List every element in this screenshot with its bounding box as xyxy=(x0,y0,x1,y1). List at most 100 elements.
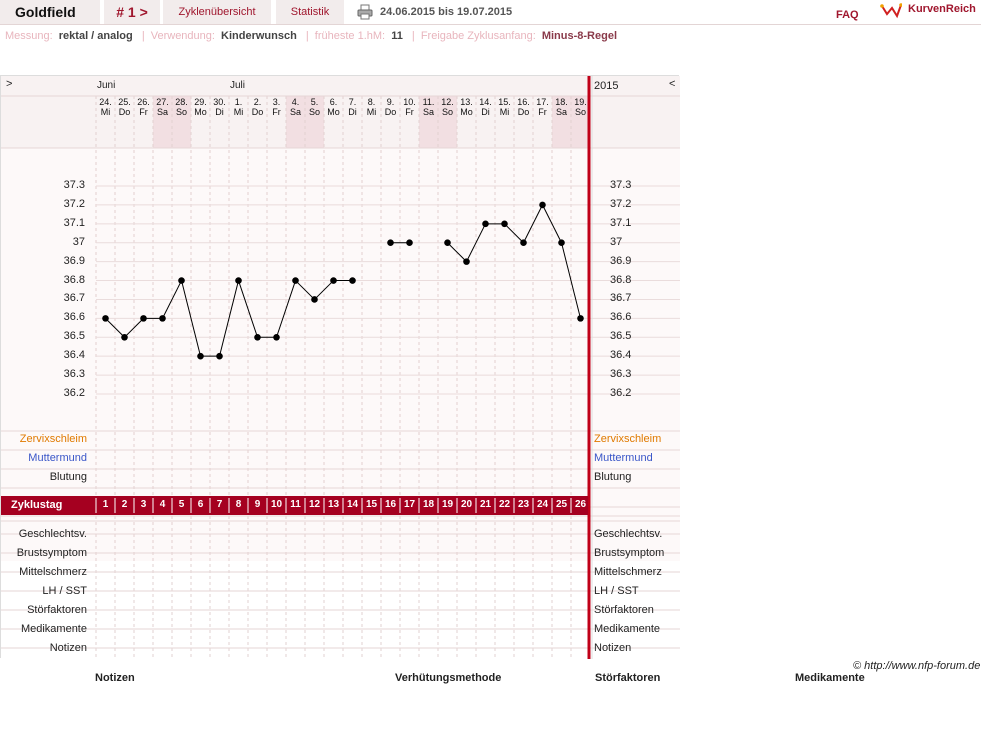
right-label-lower: Medikamente xyxy=(594,623,661,635)
day-date-label: 4. xyxy=(291,97,300,107)
day-date-label: 19. xyxy=(574,97,587,107)
chart-next-button[interactable]: < xyxy=(669,78,675,90)
day-date-label: 29. xyxy=(194,97,207,107)
cycle-day-number: 13 xyxy=(327,499,340,510)
day-date-label: 7. xyxy=(348,97,357,107)
day-weekday-label: So xyxy=(441,107,453,117)
temp-tick-right: 36.2 xyxy=(610,387,632,399)
day-weekday-label: Mi xyxy=(100,107,111,117)
temp-tick-right: 37.2 xyxy=(610,197,632,210)
day-weekday-label: Sa xyxy=(289,107,301,117)
day-weekday-label: Sa xyxy=(555,107,567,117)
day-weekday-label: Mo xyxy=(460,107,473,117)
month-label-juni: Juni xyxy=(97,80,116,91)
day-weekday-label: Mo xyxy=(327,107,340,117)
top-bar: Goldfield # 1 > Zyklenübersicht Statisti… xyxy=(0,0,981,24)
release-value: Minus-8-Regel xyxy=(541,30,618,42)
year-label: 2015 xyxy=(594,80,619,92)
day-weekday-label: Di xyxy=(215,107,224,117)
row-label-lower: Störfaktoren xyxy=(27,604,87,616)
day-weekday-label: So xyxy=(574,107,586,117)
day-weekday-label: Do xyxy=(517,107,530,117)
day-weekday-label: Sa xyxy=(156,107,168,117)
day-date-label: 6. xyxy=(329,97,338,107)
temp-tick-left: 36.8 xyxy=(63,273,85,286)
logo-text[interactable]: KurvenReich xyxy=(908,3,976,15)
kurvenreich-logo-icon xyxy=(880,3,902,19)
cycle-day-number: 20 xyxy=(460,499,473,510)
day-date-label: 25. xyxy=(118,97,131,107)
temp-tick-right: 37 xyxy=(610,235,623,248)
printer-icon[interactable] xyxy=(357,4,373,20)
tab-statistik[interactable]: Statistik xyxy=(276,0,344,24)
day-weekday-label: Sa xyxy=(422,107,434,117)
temp-tick-right: 37.3 xyxy=(610,179,632,191)
row-label-blutung: Blutung xyxy=(49,471,87,483)
day-date-label: 16. xyxy=(517,97,530,107)
day-weekday-label: Mi xyxy=(233,107,244,117)
cycle-day-number: 8 xyxy=(235,499,242,510)
cycle-day-number: 11 xyxy=(290,499,301,510)
day-weekday-label: So xyxy=(175,107,187,117)
measurement-label: Messung: xyxy=(5,30,53,42)
cycle-day-number: 18 xyxy=(422,499,435,510)
top-divider xyxy=(0,24,981,25)
day-weekday-label: Fr xyxy=(405,107,414,117)
zyklustag-label: Zyklustag xyxy=(11,499,63,511)
tab-zyklenuebersicht[interactable]: Zyklenübersicht xyxy=(163,0,271,24)
temp-tick-right: 36.5 xyxy=(610,330,632,343)
cycle-day-number: 17 xyxy=(403,499,416,510)
row-label-lower: Medikamente xyxy=(20,623,87,635)
right-label-blutung: Blutung xyxy=(594,471,632,483)
chart-prev-button[interactable]: > xyxy=(6,78,12,90)
day-date-label: 30. xyxy=(213,97,226,107)
day-date-label: 28. xyxy=(175,97,188,107)
right-label-lower: Brustsymptom xyxy=(594,547,665,559)
cycle-day-number: 16 xyxy=(384,499,397,510)
right-label-lower: Notizen xyxy=(594,642,632,654)
temp-tick-left: 37.1 xyxy=(63,216,85,229)
row-label-lower: Mittelschmerz xyxy=(19,566,87,578)
day-date-label: 3. xyxy=(272,97,281,107)
day-weekday-label: Mi xyxy=(366,107,377,117)
day-weekday-label: Do xyxy=(118,107,131,117)
temp-tick-left: 37 xyxy=(72,235,85,248)
cycle-day-number: 12 xyxy=(308,499,321,510)
day-date-label: 1. xyxy=(234,97,243,107)
temp-tick-left: 36.6 xyxy=(63,311,85,324)
temp-tick-left: 36.9 xyxy=(63,254,85,267)
temp-tick-right: 37.1 xyxy=(610,216,632,229)
temp-tick-right: 36.4 xyxy=(610,349,632,362)
usage-label: Verwendung: xyxy=(150,30,215,42)
row-label-lower: Notizen xyxy=(49,642,87,654)
temp-tick-right: 36.6 xyxy=(610,311,632,324)
cycle-day-number: 26 xyxy=(574,499,587,510)
day-date-label: 27. xyxy=(156,97,169,107)
temp-tick-left: 37.3 xyxy=(63,179,85,191)
day-weekday-label: Mi xyxy=(499,107,510,117)
day-weekday-label: Mo xyxy=(194,107,207,117)
day-date-label: 11. xyxy=(422,97,435,107)
day-date-label: 2. xyxy=(253,97,262,107)
cycle-day-number: 21 xyxy=(479,499,492,510)
row-label-muttermund: Muttermund xyxy=(28,452,87,464)
right-label-lower: Mittelschmerz xyxy=(594,566,662,578)
cycle-nav-button[interactable]: # 1 > xyxy=(104,0,160,24)
cycle-chart: > <2015 Juni Juli 24. Mi 25. Do 26. Fr 27. Sa 28. So 2… xyxy=(0,75,680,659)
cycle-day-number: 10 xyxy=(270,499,283,510)
cycle-day-number: 22 xyxy=(498,499,511,510)
earliest-value: 11 xyxy=(391,30,403,42)
cycle-day-number: 5 xyxy=(178,499,185,510)
temp-tick-left: 36.2 xyxy=(63,387,85,399)
cycle-day-number: 25 xyxy=(555,499,568,510)
day-weekday-label: Do xyxy=(251,107,264,117)
cycle-day-number: 2 xyxy=(121,499,128,510)
day-weekday-label: Do xyxy=(384,107,397,117)
row-label-lower: Geschlechtsv. xyxy=(18,528,87,540)
day-date-label: 10. xyxy=(403,97,416,107)
cycle-day-number: 7 xyxy=(216,499,223,510)
release-label: Freigabe Zyklusanfang: xyxy=(420,30,536,42)
earliest-label: früheste 1.hM: xyxy=(314,30,386,42)
temp-tick-right: 36.9 xyxy=(610,254,632,267)
footer-notizen: Notizen xyxy=(95,672,135,684)
